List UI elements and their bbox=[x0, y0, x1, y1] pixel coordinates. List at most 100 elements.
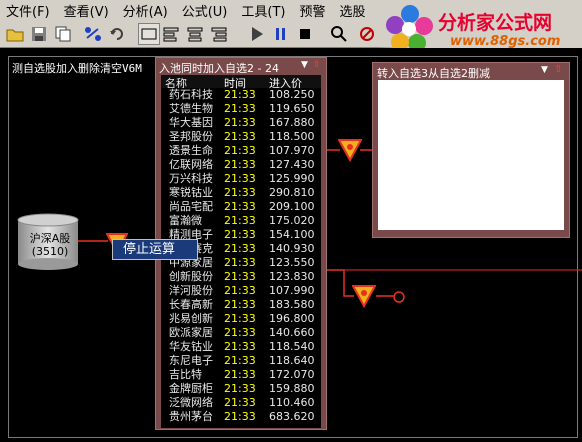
cell-price: 118.540 bbox=[269, 340, 315, 353]
table-row[interactable]: 兆易创新 21:33 196.800 bbox=[161, 312, 321, 326]
table-row[interactable]: 药石科技 21:33 108.250 bbox=[161, 88, 321, 102]
cell-name: 亿联网络 bbox=[169, 158, 213, 171]
cell-price: 196.800 bbox=[269, 312, 315, 325]
cell-time: 21:33 bbox=[224, 312, 256, 325]
cell-time: 21:33 bbox=[224, 130, 256, 143]
cell-name: 透景生命 bbox=[169, 144, 213, 157]
table-row[interactable]: 长春高新 21:33 183.580 bbox=[161, 298, 321, 312]
table-row[interactable]: 泛微网络 21:33 110.460 bbox=[161, 396, 321, 410]
table-row[interactable]: 万兴科技 21:33 125.990 bbox=[161, 172, 321, 186]
cell-name: 吉比特 bbox=[169, 368, 202, 381]
cell-time: 21:33 bbox=[224, 382, 256, 395]
cell-name: 泛微网络 bbox=[169, 396, 213, 409]
cell-price: 119.650 bbox=[269, 102, 315, 115]
cell-name: 东尼电子 bbox=[169, 354, 213, 367]
chevron-down-icon[interactable]: ▼ bbox=[541, 65, 548, 75]
stock-pool-count: (3510) bbox=[31, 245, 69, 258]
cell-name: 长春高新 bbox=[169, 298, 213, 311]
cell-price: 127.430 bbox=[269, 158, 315, 171]
cell-price: 167.880 bbox=[269, 116, 315, 129]
table-row[interactable]: 艾德生物 21:33 119.650 bbox=[161, 102, 321, 116]
arrow-up-icon[interactable]: ⇧ bbox=[313, 60, 321, 70]
cell-name: 欧派家居 bbox=[169, 326, 213, 339]
cell-price: 108.250 bbox=[269, 88, 315, 101]
cell-price: 110.460 bbox=[269, 396, 315, 409]
table-row[interactable]: 尚品宅配 21:33 209.100 bbox=[161, 200, 321, 214]
table-row[interactable]: 吉比特 21:33 172.070 bbox=[161, 368, 321, 382]
watchlist-content bbox=[378, 80, 564, 230]
header-time[interactable]: 时间 bbox=[224, 75, 269, 90]
filter-node-icon[interactable] bbox=[352, 284, 376, 308]
chevron-down-icon[interactable]: ▼ bbox=[301, 60, 308, 70]
cell-price: 107.990 bbox=[269, 284, 315, 297]
cell-time: 21:33 bbox=[224, 186, 256, 199]
cell-time: 21:33 bbox=[224, 214, 256, 227]
table-row[interactable]: 洋河股份 21:33 107.990 bbox=[161, 284, 321, 298]
filter-node-icon[interactable] bbox=[338, 138, 362, 162]
cell-price: 140.660 bbox=[269, 326, 315, 339]
table-row[interactable]: 东尼电子 21:33 118.640 bbox=[161, 354, 321, 368]
cell-price: 159.880 bbox=[269, 382, 315, 395]
cell-name: 兆易创新 bbox=[169, 312, 213, 325]
cell-name: 万兴科技 bbox=[169, 172, 213, 185]
cell-price: 118.500 bbox=[269, 130, 315, 143]
cell-price: 683.620 bbox=[269, 410, 315, 423]
arrow-up-icon[interactable]: ⇧ bbox=[554, 64, 562, 75]
table-row[interactable]: 创新股份 21:33 123.830 bbox=[161, 270, 321, 284]
stock-pool-label: 沪深A股 (3510) bbox=[22, 232, 78, 258]
cell-price: 175.020 bbox=[269, 214, 315, 227]
cell-time: 21:33 bbox=[224, 354, 256, 367]
cell-name: 尚品宅配 bbox=[169, 200, 213, 213]
header-name[interactable]: 名称 bbox=[161, 75, 224, 88]
cell-price: 183.580 bbox=[269, 298, 315, 311]
list-header: 名称 时间 进入价 bbox=[161, 75, 321, 90]
cell-price: 172.070 bbox=[269, 368, 315, 381]
cell-name: 寒锐钴业 bbox=[169, 186, 213, 199]
table-row[interactable]: 华友钴业 21:33 118.540 bbox=[161, 340, 321, 354]
stock-pool-name: 沪深A股 bbox=[29, 232, 71, 245]
cell-time: 21:33 bbox=[224, 144, 256, 157]
output-node-icon[interactable] bbox=[392, 290, 406, 304]
table-row[interactable]: 富瀚微 21:33 175.020 bbox=[161, 214, 321, 228]
header-price[interactable]: 进入价 bbox=[269, 75, 317, 90]
cell-time: 21:33 bbox=[224, 88, 256, 101]
cell-time: 21:33 bbox=[224, 410, 256, 423]
cell-price: 140.930 bbox=[269, 242, 315, 255]
cell-time: 21:33 bbox=[224, 326, 256, 339]
cell-price: 154.100 bbox=[269, 228, 315, 241]
cell-time: 21:33 bbox=[224, 242, 256, 255]
cell-time: 21:33 bbox=[224, 340, 256, 353]
cell-name: 创新股份 bbox=[169, 270, 213, 283]
table-row[interactable]: 贵州茅台 21:33 683.620 bbox=[161, 410, 321, 424]
table-row[interactable]: 圣邦股份 21:33 118.500 bbox=[161, 130, 321, 144]
cell-time: 21:33 bbox=[224, 256, 256, 269]
cell-time: 21:33 bbox=[224, 200, 256, 213]
table-row[interactable]: 寒锐钴业 21:33 290.810 bbox=[161, 186, 321, 200]
cell-time: 21:33 bbox=[224, 228, 256, 241]
table-row[interactable]: 亿联网络 21:33 127.430 bbox=[161, 158, 321, 172]
result-panel-title-text: 入池同时加入自选2 - 24 bbox=[159, 62, 279, 75]
cell-price: 209.100 bbox=[269, 200, 315, 213]
cell-time: 21:33 bbox=[224, 270, 256, 283]
cell-time: 21:33 bbox=[224, 102, 256, 115]
table-row[interactable]: 欧派家居 21:33 140.660 bbox=[161, 326, 321, 340]
cell-time: 21:33 bbox=[224, 368, 256, 381]
context-menu-stop[interactable]: 停止运算 bbox=[112, 239, 198, 260]
cell-time: 21:33 bbox=[224, 298, 256, 311]
cell-price: 118.640 bbox=[269, 354, 315, 367]
cell-price: 125.990 bbox=[269, 172, 315, 185]
table-row[interactable]: 透景生命 21:33 107.970 bbox=[161, 144, 321, 158]
cell-price: 290.810 bbox=[269, 186, 315, 199]
cell-time: 21:33 bbox=[224, 396, 256, 409]
cell-name: 艾德生物 bbox=[169, 102, 213, 115]
cell-name: 洋河股份 bbox=[169, 284, 213, 297]
result-panel-title: 入池同时加入自选2 - 24 ▼ ⇧ bbox=[159, 60, 323, 75]
table-row[interactable]: 金牌厨柜 21:33 159.880 bbox=[161, 382, 321, 396]
watchlist-panel[interactable]: 转入自选3从自选2删减 ▼ ⇧ bbox=[372, 62, 570, 238]
cell-time: 21:33 bbox=[224, 172, 256, 185]
cell-name: 华友钴业 bbox=[169, 340, 213, 353]
table-row[interactable]: 华大基因 21:33 167.880 bbox=[161, 116, 321, 130]
cell-name: 圣邦股份 bbox=[169, 130, 213, 143]
cell-time: 21:33 bbox=[224, 116, 256, 129]
cell-name: 金牌厨柜 bbox=[169, 382, 213, 395]
